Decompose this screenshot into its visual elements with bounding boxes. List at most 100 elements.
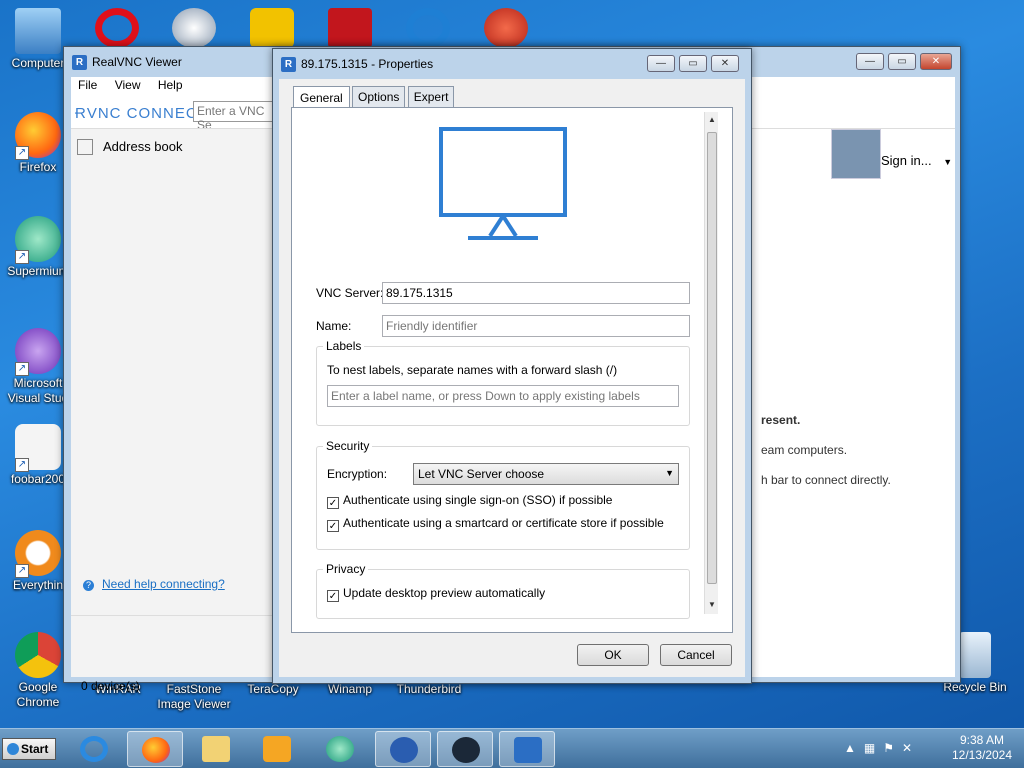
minimize-button[interactable]: — (647, 55, 675, 72)
labels-input[interactable]: Enter a label name, or press Down to app… (327, 385, 679, 407)
encryption-value: Let VNC Server choose (418, 467, 545, 481)
sso-checkbox[interactable]: ✓ Authenticate using single sign-on (SSO)… (327, 493, 612, 509)
desktop-icon-label: Winamp (327, 682, 372, 696)
preview-checkbox[interactable]: ✓ Update desktop preview automatically (327, 586, 545, 602)
desktop-icon-label: FastStone Image Viewer (157, 682, 231, 711)
media-player-icon (263, 736, 291, 762)
close-button[interactable]: ✕ (920, 53, 952, 70)
thunderbird-icon (390, 737, 418, 763)
taskbar: Start ▲▦⚑✕ 9:38 AM 12/13/2024 (0, 728, 1024, 768)
taskbar-ie[interactable] (66, 731, 122, 767)
internet-explorer-icon (80, 736, 108, 762)
security-group-title: Security (323, 439, 373, 453)
sso-label: Authenticate using single sign-on (SSO) … (343, 493, 613, 507)
clock-date: 12/13/2024 (951, 748, 1013, 762)
desktop-icon-label: TeraCopy (247, 682, 299, 696)
taskbar-steam[interactable] (437, 731, 493, 767)
ok-button[interactable]: OK (577, 644, 649, 666)
steam-icon (452, 737, 480, 763)
supermium-icon (326, 736, 354, 762)
sign-in-label: Sign in... (881, 153, 932, 168)
labels-group: Labels To nest labels, separate names wi… (316, 339, 690, 426)
supermium-icon: ↗ (15, 216, 61, 264)
name-field[interactable]: Friendly identifier (382, 315, 690, 337)
infra-icon[interactable] (172, 8, 216, 48)
privacy-group-title: Privacy (323, 562, 369, 576)
taskbar-explorer[interactable] (188, 731, 244, 767)
general-panel: VNC Server: 89.175.1315 Name: Friendly i… (291, 107, 733, 633)
encryption-label: Encryption: (327, 467, 388, 481)
empty-state-line: eam computers. (761, 443, 848, 457)
vnc-server-field[interactable]: 89.175.1315 (382, 282, 690, 304)
taskbar-media-player[interactable] (249, 731, 305, 767)
sign-in-button[interactable]: Sign in... ▼ (881, 153, 952, 168)
realvnc-icon (514, 737, 542, 763)
device-count: 0 device(s) (81, 679, 140, 693)
dialog-title: 89.175.1315 - Properties (301, 57, 434, 71)
address-book-item[interactable]: Address book (77, 139, 183, 155)
taskbar-realvnc[interactable] (499, 731, 555, 767)
chrome-icon (15, 632, 61, 678)
desktop-icon-winamp[interactable]: Winamp (312, 682, 388, 697)
desktop-icon-teracopy[interactable]: TeraCopy (235, 682, 311, 697)
edge-icon[interactable] (406, 8, 450, 48)
firefox-icon: ↗ (15, 112, 61, 160)
address-book-label: Address book (103, 139, 183, 154)
help-link[interactable]: Need help connecting? (83, 577, 225, 591)
cancel-button[interactable]: Cancel (660, 644, 732, 666)
name-label: Name: (316, 319, 352, 333)
desktop-icon-label: Thunderbird (396, 682, 462, 696)
start-button[interactable]: Start (2, 738, 56, 760)
menu-view[interactable]: View (108, 77, 148, 93)
tab-expert[interactable]: Expert (407, 86, 455, 107)
dropdown-arrow-icon: ▼ (665, 468, 674, 478)
firefox-icon (142, 737, 170, 763)
filezilla-icon[interactable] (328, 8, 372, 48)
vnc-connect-logo: ɌVNC CONNECT (75, 105, 208, 122)
vertical-scrollbar[interactable]: ▲ ▼ (704, 112, 718, 614)
tab-options[interactable]: Options (352, 86, 406, 107)
windows-orb-icon (7, 743, 19, 755)
checkbox-checked-icon: ✓ (327, 520, 339, 532)
dialog-title-bar[interactable]: R 89.175.1315 - Properties — ▭ ✕ (273, 49, 751, 79)
taskbar-firefox[interactable] (127, 731, 183, 767)
clock[interactable]: 9:38 AM 12/13/2024 (950, 733, 1014, 763)
vnc-server-search-input[interactable]: Enter a VNC Se (193, 101, 283, 132)
desktop-icon-thunderbird[interactable]: Thunderbird (391, 682, 467, 697)
labels-group-title: Labels (323, 339, 365, 353)
desktop-icon-faststone[interactable]: FastStone Image Viewer (156, 682, 232, 712)
encryption-select[interactable]: Let VNC Server choose ▼ (413, 463, 679, 485)
sidebar: Address book Need help connecting? 0 dev… (71, 129, 281, 693)
menu-file[interactable]: File (71, 77, 104, 93)
minimize-button[interactable]: — (856, 53, 884, 70)
everything-icon: ↗ (15, 530, 61, 578)
chevron-down-icon: ▼ (943, 157, 953, 167)
taskbar-thunderbird[interactable] (375, 731, 431, 767)
opera-icon[interactable] (95, 8, 139, 48)
system-tray-icons[interactable]: ▲▦⚑✕ (844, 741, 920, 755)
start-label: Start (21, 742, 49, 756)
monitor-icon (439, 127, 567, 240)
realvnc-icon: R (281, 57, 296, 72)
maximize-button[interactable]: ▭ (679, 55, 707, 72)
properties-dialog[interactable]: R 89.175.1315 - Properties — ▭ ✕ General… (272, 48, 752, 684)
user-avatar-icon[interactable] (831, 129, 881, 179)
grid-icon (77, 139, 93, 155)
menu-help[interactable]: Help (151, 77, 190, 93)
maximize-button[interactable]: ▭ (888, 53, 916, 70)
empty-state-line: h bar to connect directly. (761, 473, 891, 487)
realvnc-icon: R (72, 55, 87, 70)
taskbar-supermium[interactable] (312, 731, 368, 767)
pdf-icon[interactable] (250, 8, 294, 48)
desktop-icon-label: Google Chrome (16, 680, 60, 709)
smartcard-checkbox[interactable]: ✓ Authenticate using a smartcard or certi… (327, 516, 664, 532)
sidebar-divider (71, 615, 281, 616)
ccleaner-icon[interactable] (484, 8, 528, 48)
smartcard-label: Authenticate using a smartcard or certif… (343, 516, 664, 530)
vnc-server-label: VNC Server: (316, 286, 384, 300)
close-button[interactable]: ✕ (711, 55, 739, 72)
scroll-down-icon[interactable]: ▼ (708, 600, 716, 609)
scroll-up-icon[interactable]: ▲ (708, 115, 716, 124)
scrollbar-thumb[interactable] (707, 132, 717, 584)
folder-icon (202, 736, 230, 762)
